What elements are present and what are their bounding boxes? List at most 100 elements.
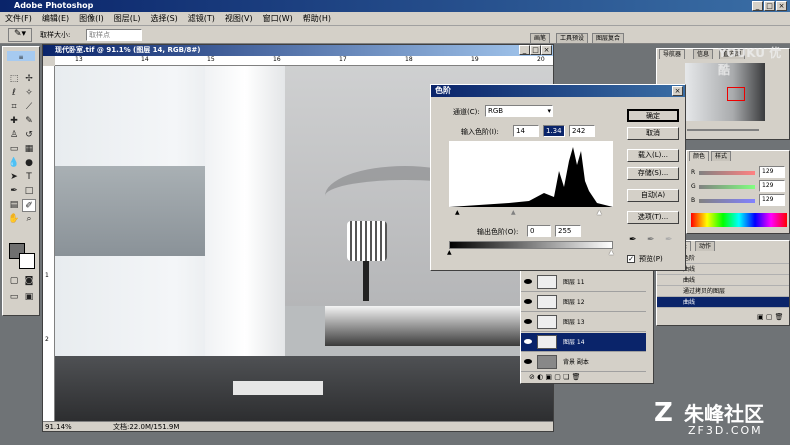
menu-view[interactable]: 视图(V) bbox=[220, 12, 258, 26]
standard-mode-icon[interactable]: ▢ bbox=[7, 275, 21, 288]
dodge-tool-icon[interactable]: ● bbox=[22, 157, 36, 170]
menu-image[interactable]: 图像(I) bbox=[74, 12, 109, 26]
red-value[interactable]: 129 bbox=[759, 166, 785, 178]
levels-close-button[interactable]: × bbox=[672, 86, 683, 96]
hand-tool-icon[interactable]: ✋ bbox=[7, 213, 21, 226]
load-button[interactable]: 载入(L)... bbox=[627, 149, 679, 162]
tab-actions[interactable]: 动作 bbox=[695, 241, 716, 251]
shape-tool-icon[interactable]: □ bbox=[22, 185, 36, 198]
output-black-field[interactable]: 0 bbox=[527, 225, 551, 237]
ok-button[interactable]: 确定 bbox=[627, 109, 679, 122]
maximize-button[interactable]: □ bbox=[764, 1, 775, 11]
visibility-eye-icon[interactable] bbox=[524, 319, 532, 324]
visibility-eye-icon[interactable] bbox=[524, 299, 532, 304]
lasso-tool-icon[interactable]: ℓ bbox=[7, 87, 21, 100]
input-black-slider[interactable]: ▲ bbox=[455, 209, 460, 216]
save-button[interactable]: 存储(S)... bbox=[627, 167, 679, 180]
menu-edit[interactable]: 编辑(E) bbox=[37, 12, 74, 26]
tab-styles[interactable]: 样式 bbox=[711, 151, 732, 161]
input-black-field[interactable]: 14 bbox=[513, 125, 539, 137]
gray-eyedropper-icon[interactable]: ✒ bbox=[647, 235, 655, 245]
brush-tool-icon[interactable]: ✎ bbox=[22, 115, 36, 128]
layer-row[interactable]: 图层 12 bbox=[521, 293, 646, 312]
visibility-eye-icon[interactable] bbox=[524, 359, 532, 364]
input-white-slider[interactable]: ▲ bbox=[597, 209, 602, 216]
cancel-button[interactable]: 取消 bbox=[627, 127, 679, 140]
doc-close-button[interactable]: × bbox=[541, 45, 552, 55]
tab-info[interactable]: 信息 bbox=[693, 49, 714, 59]
menu-layer[interactable]: 图层(L) bbox=[109, 12, 146, 26]
output-black-slider[interactable]: ▲ bbox=[447, 249, 452, 256]
visibility-eye-icon[interactable] bbox=[524, 339, 532, 344]
quickmask-mode-icon[interactable]: ◙ bbox=[22, 275, 36, 288]
black-eyedropper-icon[interactable]: ✒ bbox=[629, 235, 637, 245]
history-item[interactable]: 曲线 bbox=[657, 275, 789, 286]
magic-wand-tool-icon[interactable]: ✧ bbox=[22, 87, 36, 100]
slice-tool-icon[interactable]: ⟋ bbox=[22, 101, 36, 114]
crop-tool-icon[interactable]: ⌗ bbox=[7, 101, 21, 114]
sample-size-select[interactable]: 取样点 bbox=[86, 29, 142, 41]
tab-tool-presets[interactable]: 工具预设 bbox=[556, 33, 589, 43]
menu-window[interactable]: 窗口(W) bbox=[258, 12, 298, 26]
eraser-tool-icon[interactable]: ▭ bbox=[7, 143, 21, 156]
history-brush-tool-icon[interactable]: ↺ bbox=[22, 129, 36, 142]
gradient-tool-icon[interactable]: ▦ bbox=[22, 143, 36, 156]
minimize-button[interactable]: _ bbox=[752, 1, 763, 11]
doc-minimize-button[interactable]: _ bbox=[519, 45, 530, 55]
layer-row-selected[interactable]: 图层 14 bbox=[521, 333, 646, 352]
blue-value[interactable]: 129 bbox=[759, 194, 785, 206]
marquee-tool-icon[interactable]: ⬚ bbox=[7, 73, 21, 86]
pen-tool-icon[interactable]: ✒ bbox=[7, 185, 21, 198]
menu-select[interactable]: 选择(S) bbox=[145, 12, 182, 26]
white-eyedropper-icon[interactable]: ✒ bbox=[665, 235, 673, 245]
close-button[interactable]: × bbox=[776, 1, 787, 11]
menu-file[interactable]: 文件(F) bbox=[0, 12, 37, 26]
blue-slider[interactable] bbox=[699, 199, 755, 203]
green-value[interactable]: 129 bbox=[759, 180, 785, 192]
eyedropper-tool-icon[interactable]: ✎▾ bbox=[8, 28, 32, 42]
history-item[interactable]: 通过拷贝的图层 bbox=[657, 286, 789, 297]
zoom-level[interactable]: 91.14% bbox=[45, 422, 72, 431]
layer-row[interactable]: 图层 13 bbox=[521, 313, 646, 332]
menu-help[interactable]: 帮助(H) bbox=[298, 12, 336, 26]
blur-tool-icon[interactable]: 💧 bbox=[7, 157, 21, 170]
tab-color[interactable]: 颜色 bbox=[689, 151, 710, 161]
navigator-view-box[interactable] bbox=[727, 87, 745, 101]
background-color-swatch[interactable] bbox=[19, 253, 35, 269]
eyedropper-icon[interactable]: ✐ bbox=[22, 199, 36, 212]
input-gamma-slider[interactable]: ▲ bbox=[511, 209, 516, 216]
layer-row[interactable]: 背景 副本 bbox=[521, 353, 646, 372]
fullscreen-mode-icon[interactable]: ▣ bbox=[22, 291, 36, 304]
output-white-field[interactable]: 255 bbox=[555, 225, 581, 237]
auto-button[interactable]: 自动(A) bbox=[627, 189, 679, 202]
visibility-eye-icon[interactable] bbox=[524, 279, 532, 284]
screen-mode-icon[interactable]: ▭ bbox=[7, 291, 21, 304]
menu-filter[interactable]: 滤镜(T) bbox=[183, 12, 220, 26]
layer-actions-icons[interactable]: ⊘ ◐ ▣ ▢ ❏ 🗑 bbox=[529, 373, 581, 381]
input-gamma-field[interactable]: 1.34 bbox=[543, 125, 565, 137]
levels-title-bar[interactable]: 色阶 bbox=[431, 85, 685, 97]
channel-select[interactable]: RGB ▾ bbox=[485, 105, 553, 117]
tab-layer-comps[interactable]: 图层复合 bbox=[592, 33, 625, 43]
history-actions-icons[interactable]: ▣ ▢ 🗑 bbox=[757, 313, 784, 321]
preview-checkbox[interactable]: ✓ bbox=[627, 255, 635, 263]
green-slider[interactable] bbox=[699, 185, 755, 189]
layer-row[interactable]: 图层 11 bbox=[521, 273, 646, 292]
healing-tool-icon[interactable]: ✚ bbox=[7, 115, 21, 128]
type-tool-icon[interactable]: T bbox=[22, 171, 36, 184]
document-title-bar[interactable]: 现代卧室.tif @ 91.1% (图层 14, RGB/8#) bbox=[43, 45, 553, 56]
input-white-field[interactable]: 242 bbox=[569, 125, 595, 137]
stamp-tool-icon[interactable]: ♙ bbox=[7, 129, 21, 142]
move-tool-icon[interactable]: ✢ bbox=[22, 73, 36, 86]
navigator-zoom-slider[interactable] bbox=[687, 129, 759, 131]
options-button[interactable]: 选项(T)... bbox=[627, 211, 679, 224]
zoom-tool-icon[interactable]: ⌕ bbox=[22, 213, 36, 226]
tab-brushes[interactable]: 画笔 bbox=[530, 33, 551, 43]
red-slider[interactable] bbox=[699, 171, 755, 175]
doc-maximize-button[interactable]: □ bbox=[530, 45, 541, 55]
tab-navigator[interactable]: 导航器 bbox=[659, 49, 686, 59]
color-spectrum-bar[interactable] bbox=[691, 213, 787, 227]
history-item-selected[interactable]: 曲线 bbox=[657, 297, 789, 308]
output-white-slider[interactable]: ▲ bbox=[609, 249, 614, 256]
notes-tool-icon[interactable]: ▤ bbox=[7, 199, 21, 212]
